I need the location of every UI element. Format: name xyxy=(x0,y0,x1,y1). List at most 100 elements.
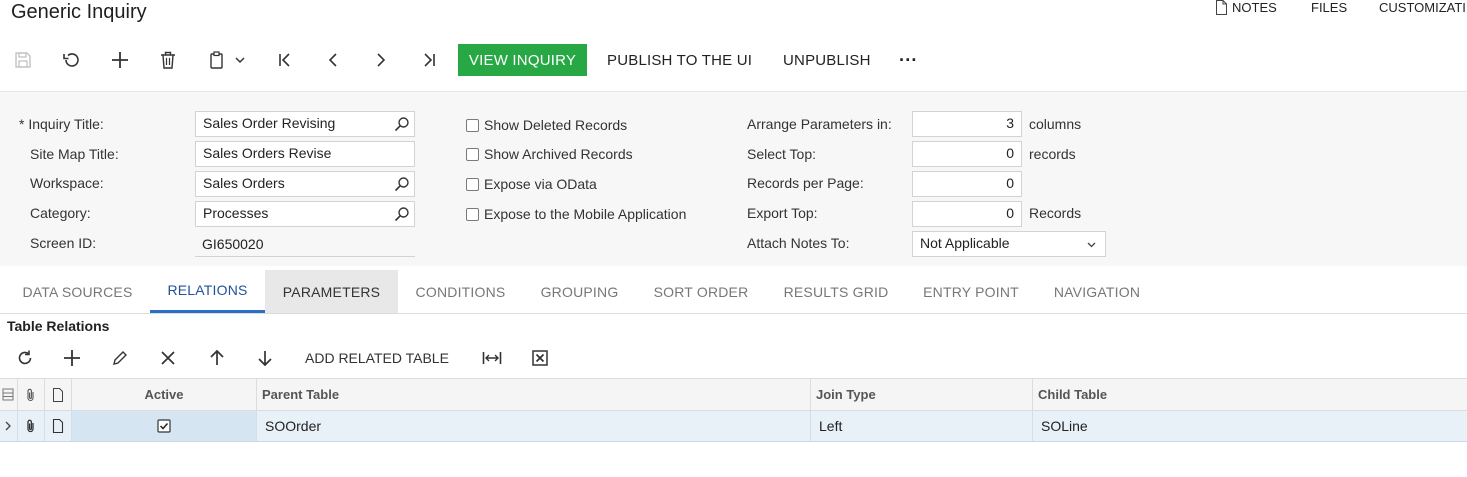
unpublish-button[interactable]: UNPUBLISH xyxy=(783,44,871,76)
export-top-label: Export Top: xyxy=(747,205,818,221)
tab-entry-point[interactable]: ENTRY POINT xyxy=(906,270,1036,313)
join-type-cell[interactable]: Left xyxy=(811,411,1033,441)
category-field[interactable]: Processes xyxy=(195,201,415,227)
arrow-up-icon xyxy=(210,349,224,365)
expose-mobile-app-checkbox[interactable]: Expose to the Mobile Application xyxy=(466,206,686,222)
search-icon[interactable] xyxy=(394,206,410,222)
workspace-label: Workspace: xyxy=(30,175,104,191)
copy-paste-icon xyxy=(210,51,223,69)
last-record-button[interactable] xyxy=(414,44,444,76)
paperclip-icon xyxy=(27,419,34,433)
arrange-parameters-label: Arrange Parameters in: xyxy=(747,116,892,132)
row-selector-header[interactable] xyxy=(0,379,18,410)
checkbox-box[interactable] xyxy=(466,207,479,221)
refresh-icon xyxy=(18,350,32,365)
expose-mobile-app-label: Expose to the Mobile Application xyxy=(484,206,687,222)
checkbox-box[interactable] xyxy=(466,177,479,191)
add-icon xyxy=(112,52,128,68)
tab-relations[interactable]: RELATIONS xyxy=(150,270,265,313)
tab-sort-order[interactable]: SORT ORDER xyxy=(636,270,766,313)
row-attachment[interactable] xyxy=(18,411,45,441)
site-map-title-field[interactable]: Sales Orders Revise xyxy=(195,141,415,167)
records-per-page-label: Records per Page: xyxy=(747,175,864,191)
expose-via-odata-label: Expose via OData xyxy=(484,176,597,192)
inquiry-title-label-text: Inquiry Title: xyxy=(28,116,104,132)
active-cell[interactable] xyxy=(72,411,257,441)
show-deleted-records-label: Show Deleted Records xyxy=(484,117,628,133)
files-label: FILES xyxy=(1311,0,1348,15)
tab-navigation[interactable]: NAVIGATION xyxy=(1036,270,1158,313)
attach-notes-select[interactable]: Not Applicable xyxy=(912,231,1106,257)
site-map-title-value: Sales Orders Revise xyxy=(203,145,332,161)
fit-to-width-icon xyxy=(482,352,502,364)
delete-button[interactable] xyxy=(153,44,183,76)
tab-parameters[interactable]: PARAMETERS xyxy=(265,270,398,313)
tab-results-grid[interactable]: RESULTS GRID xyxy=(766,270,906,313)
attachment-header[interactable] xyxy=(18,379,45,410)
attach-notes-label: Attach Notes To: xyxy=(747,235,850,251)
move-up-button[interactable] xyxy=(202,343,232,373)
pencil-icon xyxy=(113,351,127,365)
select-top-label: Select Top: xyxy=(747,146,817,162)
column-header-parent-table[interactable]: Parent Table xyxy=(257,379,811,410)
child-table-cell[interactable]: SOLine xyxy=(1033,411,1467,441)
show-archived-records-label: Show Archived Records xyxy=(484,146,633,162)
refresh-button[interactable] xyxy=(10,343,40,373)
notes-link[interactable]: NOTES xyxy=(1215,0,1277,15)
document-icon xyxy=(52,419,64,433)
table-row[interactable]: SOOrder Left SOLine xyxy=(0,411,1467,442)
checkbox-box[interactable] xyxy=(466,118,479,132)
workspace-field[interactable]: Sales Orders xyxy=(195,171,415,197)
tab-grouping[interactable]: GROUPING xyxy=(523,270,636,313)
column-header-join-type[interactable]: Join Type xyxy=(811,379,1033,410)
chevron-down-icon xyxy=(235,57,245,64)
undo-button[interactable] xyxy=(56,44,86,76)
show-archived-records-checkbox[interactable]: Show Archived Records xyxy=(466,146,633,162)
add-button[interactable] xyxy=(105,44,135,76)
files-link[interactable]: FILES xyxy=(1311,0,1347,15)
row-expander[interactable] xyxy=(0,411,18,441)
records-per-page-field[interactable]: 0 xyxy=(912,171,1022,197)
search-icon[interactable] xyxy=(394,176,410,192)
fit-columns-button[interactable] xyxy=(477,343,507,373)
select-top-field[interactable]: 0 xyxy=(912,141,1022,167)
view-inquiry-button[interactable]: VIEW INQUIRY xyxy=(458,44,587,76)
copy-paste-button[interactable] xyxy=(203,44,251,76)
move-down-button[interactable] xyxy=(250,343,280,373)
expose-via-odata-checkbox[interactable]: Expose via OData xyxy=(466,176,597,192)
paperclip-icon xyxy=(27,388,34,401)
screen-id-value: GI650020 xyxy=(195,231,415,257)
column-header-child-table[interactable]: Child Table xyxy=(1033,379,1467,410)
inquiry-title-field[interactable]: Sales Order Revising xyxy=(195,111,415,137)
arrange-parameters-unit: columns xyxy=(1029,116,1082,132)
next-record-button[interactable] xyxy=(366,44,396,76)
more-actions-button[interactable]: ··· xyxy=(899,44,918,76)
checkbox-checked-icon[interactable] xyxy=(157,419,171,433)
checkbox-box[interactable] xyxy=(466,147,479,161)
arrange-parameters-field[interactable]: 3 xyxy=(912,111,1022,137)
add-row-button[interactable] xyxy=(57,343,87,373)
edit-row-button[interactable] xyxy=(105,343,135,373)
site-map-title-label: Site Map Title: xyxy=(30,146,119,162)
customization-link[interactable]: CUSTOMIZATI xyxy=(1379,0,1466,15)
export-top-field[interactable]: 0 xyxy=(912,201,1022,227)
tab-conditions[interactable]: CONDITIONS xyxy=(398,270,523,313)
undo-icon xyxy=(63,53,79,67)
parent-table-cell[interactable]: SOOrder xyxy=(257,411,811,441)
row-notes[interactable] xyxy=(45,411,72,441)
grid-header: Active Parent Table Join Type Child Tabl… xyxy=(0,378,1467,411)
search-icon[interactable] xyxy=(394,116,410,132)
inquiry-title-label: * Inquiry Title: xyxy=(19,116,104,132)
publish-to-ui-button[interactable]: PUBLISH TO THE UI xyxy=(607,44,752,76)
previous-record-button[interactable] xyxy=(318,44,348,76)
first-record-button[interactable] xyxy=(270,44,300,76)
export-excel-button[interactable] xyxy=(525,343,555,373)
tab-data-sources[interactable]: DATA SOURCES xyxy=(5,270,150,313)
notes-header[interactable] xyxy=(45,379,72,410)
column-header-active[interactable]: Active xyxy=(72,379,257,410)
save-button[interactable] xyxy=(8,44,38,76)
add-related-table-button[interactable]: ADD RELATED TABLE xyxy=(305,343,449,373)
delete-row-button[interactable] xyxy=(153,343,183,373)
notes-label: NOTES xyxy=(1232,0,1277,15)
show-deleted-records-checkbox[interactable]: Show Deleted Records xyxy=(466,117,627,133)
